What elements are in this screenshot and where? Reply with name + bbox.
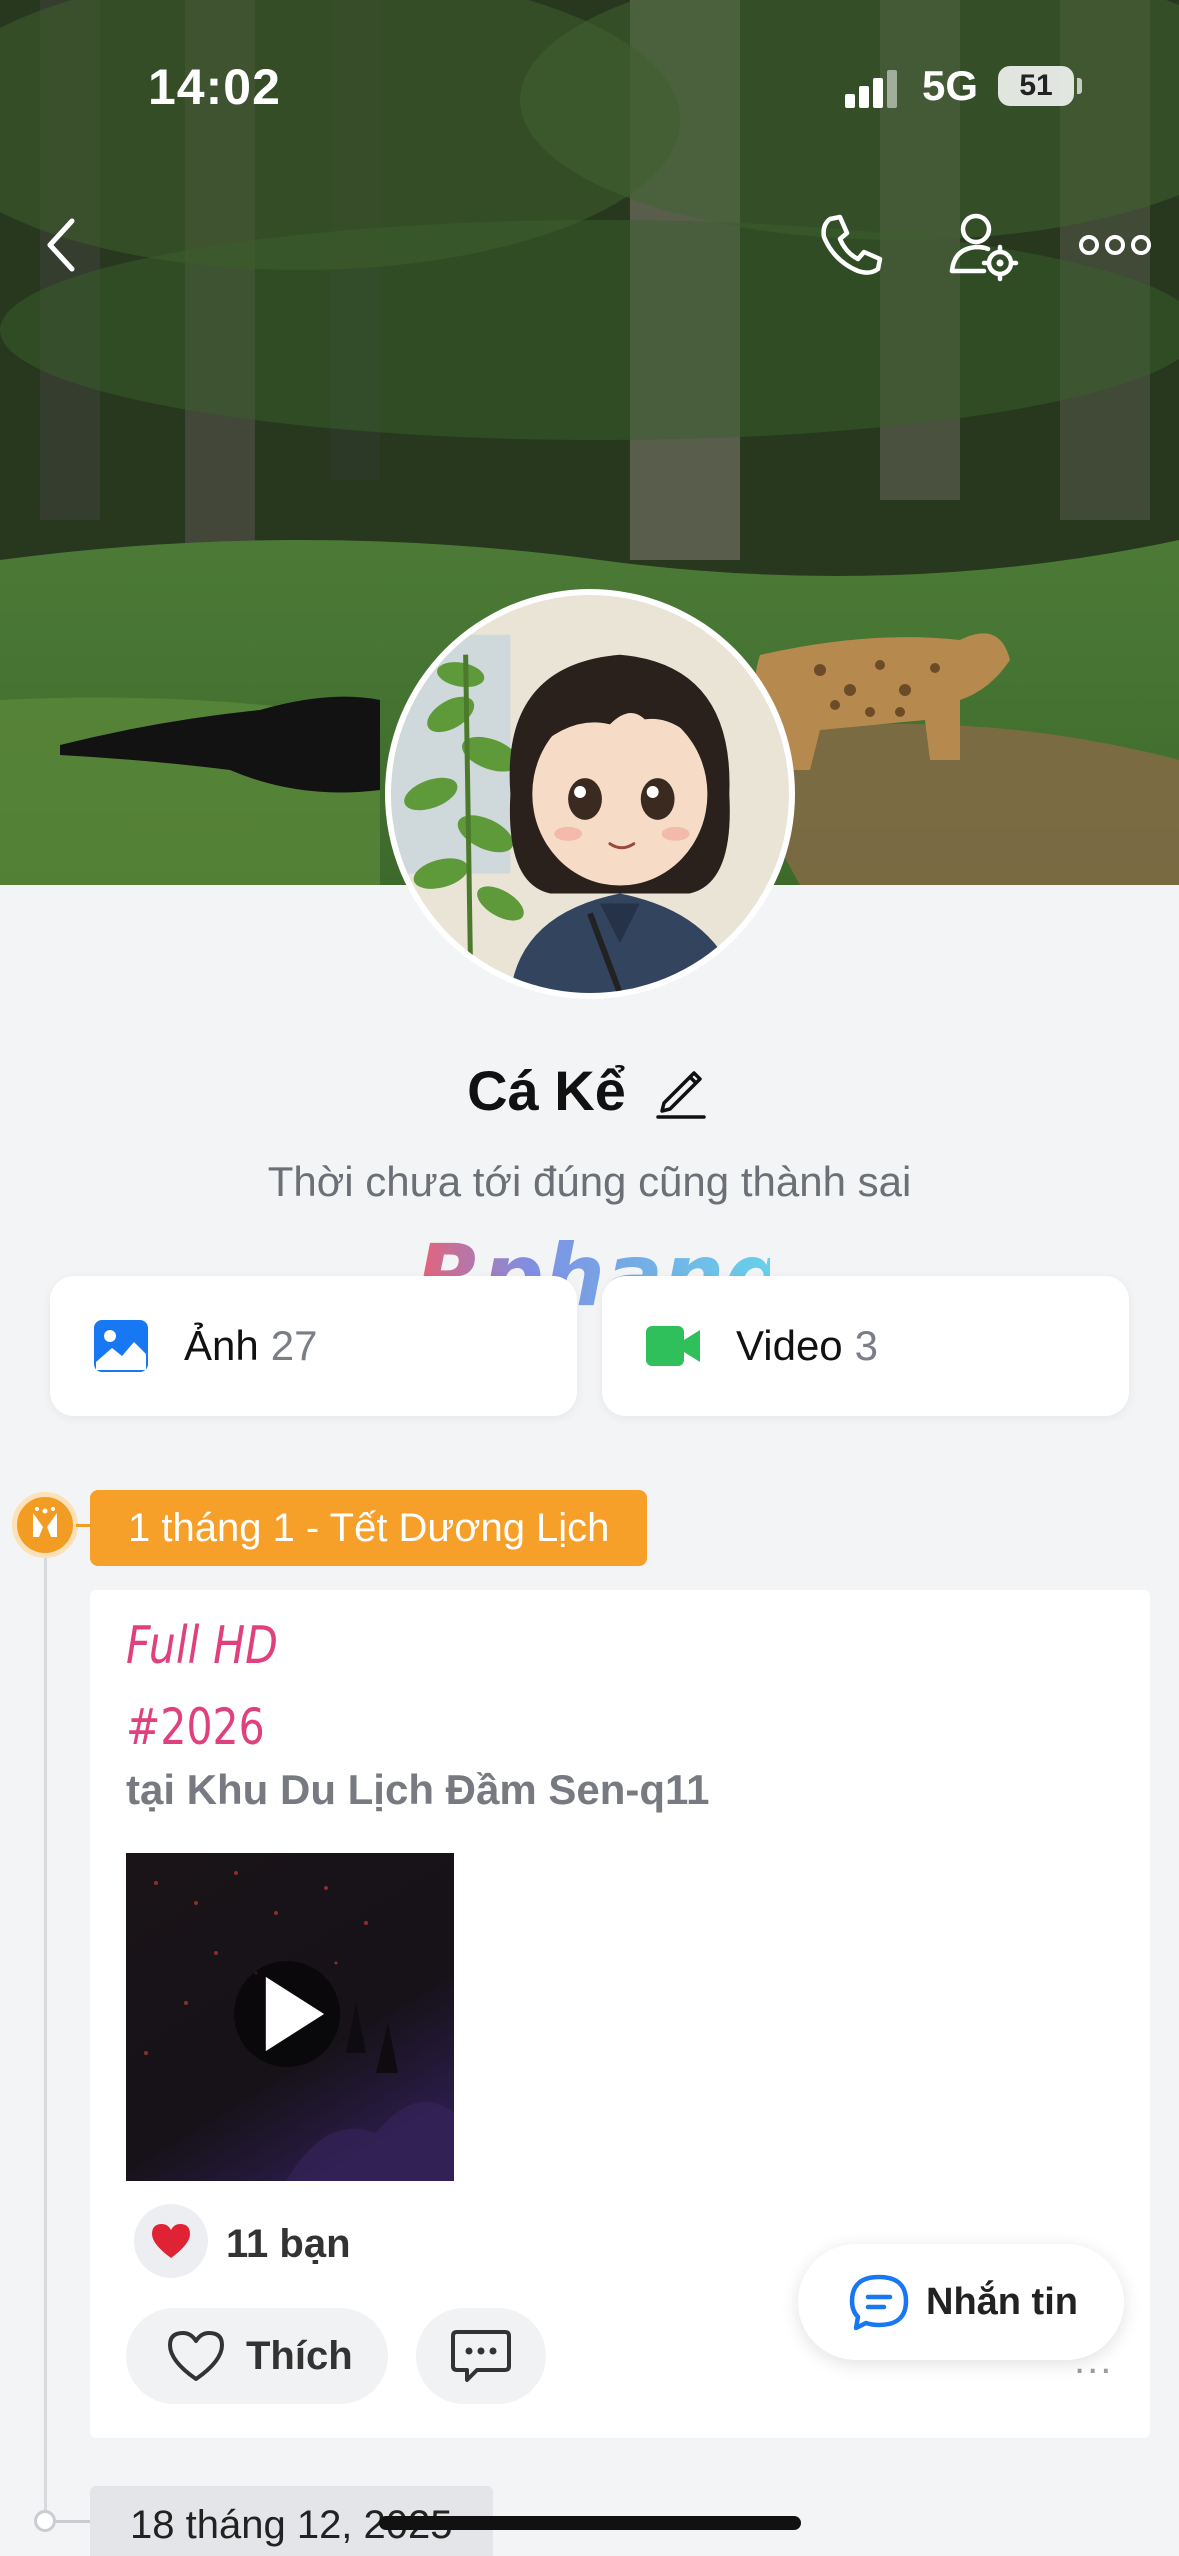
video-thumbnail[interactable] [126,1853,454,2181]
timeline-connector [76,1524,90,1527]
profile-name-row: Cá Kể [0,1050,1179,1130]
signal-icon [845,68,897,108]
chat-bubble-icon [849,2274,909,2331]
avatar-image [391,595,789,993]
image-icon [94,1320,148,1372]
more-horizontal-icon [1079,235,1151,255]
comment-button[interactable] [416,2308,546,2404]
message-label: Nhắn tin [926,2280,1078,2323]
battery-icon: 51 [998,66,1074,106]
more-button[interactable] [1075,205,1155,285]
event-tag: 1 tháng 1 - Tết Dương Lịch [90,1490,648,1566]
photos-card[interactable]: Ảnh 27 [50,1276,577,1416]
back-button[interactable] [22,205,102,285]
photos-count: 27 [270,1322,318,1369]
post-location[interactable]: tại Khu Du Lịch Đầm Sen-q11 [126,1766,709,1814]
play-icon [265,1976,325,2052]
video-camera-icon [646,1326,700,1366]
chevron-left-icon [47,218,75,272]
home-indicator[interactable] [379,2516,801,2530]
like-label: Thích [246,2333,353,2378]
videos-count: 3 [854,1322,879,1369]
profile-bio: Thời chưa tới đúng cũng thành sai [267,1158,912,1205]
timeline-date-connector [56,2520,90,2523]
celebration-icon [33,1507,57,1537]
timeline-event-dot [12,1492,78,1558]
post-hashtag[interactable]: #2026 [126,1698,265,1756]
profile-name: Cá Kể [467,1058,626,1122]
phone-icon [821,214,883,275]
network-label: 5G [922,62,979,109]
user-gear-icon [949,213,1019,282]
reaction-summary[interactable] [134,2204,208,2278]
heart-outline-icon [168,2331,224,2381]
post-text-line1: Full HD [126,1616,278,1676]
comment-icon [451,2330,511,2382]
message-button[interactable]: Nhắn tin [798,2244,1124,2360]
avatar[interactable] [385,589,795,999]
photos-label: Ảnh [184,1322,259,1369]
videos-label: Video [736,1322,843,1369]
videos-card[interactable]: Video 3 [602,1276,1129,1416]
status-time: 14:02 [148,59,281,115]
play-button[interactable] [234,1961,340,2067]
timeline-date-dot [34,2510,56,2532]
call-button[interactable] [810,205,890,285]
reaction-count[interactable]: 11 bạn [226,2222,351,2267]
pencil-icon[interactable] [650,1059,712,1121]
profile-settings-button[interactable] [942,205,1022,285]
battery-cap [1077,78,1082,94]
heart-reaction-icon [152,2224,190,2258]
timeline-line [44,1555,47,2515]
like-button[interactable]: Thích [126,2308,388,2404]
